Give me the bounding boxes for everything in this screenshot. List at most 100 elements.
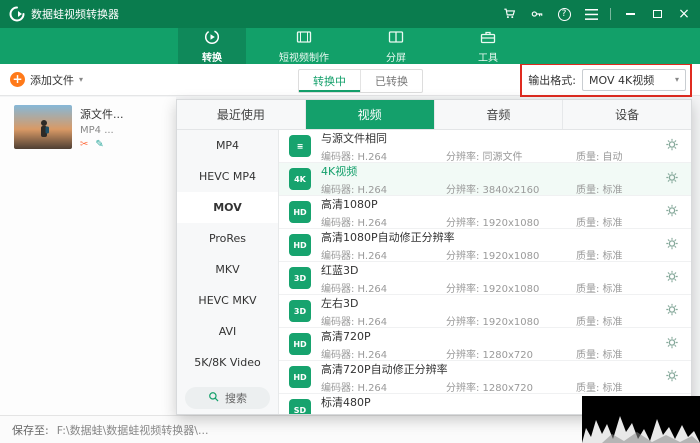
toolbar: + 添加文件 ▾ 转换中 已转换 输出格式: MOV 4K视频 ▾ xyxy=(0,64,700,96)
tab-convert[interactable]: 转换 xyxy=(178,28,246,64)
format-meta: 编码器: H.264 分辨率: 1280x720 质量: 标准 xyxy=(321,379,681,394)
chevron-down-icon: ▾ xyxy=(79,75,83,84)
format-popup-body: MP4 HEVC MP4 MOV ProRes MKV HEVC MKV AVI… xyxy=(177,130,691,414)
key-icon[interactable] xyxy=(529,6,545,22)
format-text: 4K视频 编码器: H.264 分辨率: 3840x2160 质量: 标准 xyxy=(321,163,681,196)
format-option-hd-1080p[interactable]: HD 高清1080P 编码器: H.264 分辨率: 1920x1080 质量:… xyxy=(279,196,691,229)
format-option-same-as-source[interactable]: ≡ 与源文件相同 编码器: H.264 分辨率: 同源文件 质量: 自动 xyxy=(279,130,691,163)
format-title: 红蓝3D xyxy=(321,262,681,278)
convert-icon xyxy=(204,29,220,48)
format-option-4k-video[interactable]: 4K 4K视频 编码器: H.264 分辨率: 3840x2160 质量: 标准 xyxy=(279,163,691,196)
film-icon xyxy=(296,29,312,48)
format-icon: HD xyxy=(289,234,311,256)
format-option-sbs-3d[interactable]: 3D 左右3D 编码器: H.264 分辨率: 1920x1080 质量: 标准 xyxy=(279,295,691,328)
file-list-item[interactable]: 源文件... MP4 ... ✂ ✎ xyxy=(0,97,176,158)
format-resolution: 分辨率: 1920x1080 xyxy=(446,214,576,229)
format-resolution: 分辨率: 同源文件 xyxy=(446,148,576,163)
tab-convert-label: 转换 xyxy=(202,49,222,64)
settings-gear-icon[interactable] xyxy=(665,237,679,254)
maximize-button[interactable] xyxy=(649,6,665,22)
format-meta: 编码器: H.264 分辨率: 1280x720 质量: 标准 xyxy=(321,346,681,361)
tab-converted[interactable]: 已转换 xyxy=(360,70,422,92)
format-option-hd-720p-auto[interactable]: HD 高清720P自动修正分辨率 编码器: H.264 分辨率: 1280x72… xyxy=(279,361,691,394)
format-title: 左右3D xyxy=(321,295,681,311)
tab-recently-used[interactable]: 最近使用 xyxy=(177,100,306,129)
format-icon: SD xyxy=(289,399,311,414)
tab-short-video-label: 短视频制作 xyxy=(279,49,329,64)
format-quality: 质量: 标准 xyxy=(576,313,623,328)
category-hevc-mkv[interactable]: HEVC MKV xyxy=(177,285,278,316)
format-selector-popup: 最近使用 视频 音频 设备 MP4 HEVC MP4 MOV ProRes MK… xyxy=(176,99,692,415)
cart-icon[interactable] xyxy=(502,6,518,22)
format-resolution: 分辨率: 1920x1080 xyxy=(446,280,576,295)
format-title: 高清720P自动修正分辨率 xyxy=(321,361,681,377)
tab-converting[interactable]: 转换中 xyxy=(299,70,360,92)
tab-device[interactable]: 设备 xyxy=(563,100,691,129)
tab-tools[interactable]: 工具 xyxy=(454,28,522,64)
menu-icon[interactable] xyxy=(583,6,599,22)
format-popup-tabs: 最近使用 视频 音频 设备 xyxy=(177,100,691,130)
format-encoder: 编码器: H.264 xyxy=(321,214,446,229)
format-resolution: 分辨率: 1280x720 xyxy=(446,346,576,361)
format-meta: 编码器: H.264 分辨率: 1920x1080 质量: 标准 xyxy=(321,313,681,328)
category-mkv[interactable]: MKV xyxy=(177,254,278,285)
help-icon[interactable]: ? xyxy=(556,6,572,22)
file-tools: ✂ ✎ xyxy=(80,139,124,150)
settings-gear-icon[interactable] xyxy=(665,270,679,287)
format-quality: 质量: 标准 xyxy=(576,346,623,361)
format-option-anaglyph-3d[interactable]: 3D 红蓝3D 编码器: H.264 分辨率: 1920x1080 质量: 标准 xyxy=(279,262,691,295)
close-button[interactable]: × xyxy=(676,6,692,22)
chevron-down-icon: ▾ xyxy=(675,75,679,84)
category-avi[interactable]: AVI xyxy=(177,316,278,347)
format-title: 高清1080P xyxy=(321,196,681,212)
tab-audio[interactable]: 音频 xyxy=(435,100,564,129)
format-option-hd-720p[interactable]: HD 高清720P 编码器: H.264 分辨率: 1280x720 质量: 标… xyxy=(279,328,691,361)
format-icon: HD xyxy=(289,201,311,223)
format-text: 与源文件相同 编码器: H.264 分辨率: 同源文件 质量: 自动 xyxy=(321,130,681,163)
output-format-value: MOV 4K视频 xyxy=(589,72,654,88)
format-title: 4K视频 xyxy=(321,163,681,179)
minimize-button[interactable] xyxy=(622,6,638,22)
question-mark: ? xyxy=(558,8,571,21)
format-text: 高清1080P自动修正分辨率 编码器: H.264 分辨率: 1920x1080… xyxy=(321,229,681,262)
format-encoder: 编码器: H.264 xyxy=(321,313,446,328)
tab-short-video[interactable]: 短视频制作 xyxy=(270,28,338,64)
edit-icon[interactable]: ✎ xyxy=(95,139,103,150)
trim-icon[interactable]: ✂ xyxy=(80,139,88,150)
search-button[interactable]: 搜索 xyxy=(185,387,270,409)
format-quality: 质量: 标准 xyxy=(576,247,623,262)
titlebar-actions: ? × xyxy=(502,6,692,22)
settings-gear-icon[interactable] xyxy=(665,138,679,155)
format-text: 高清720P自动修正分辨率 编码器: H.264 分辨率: 1280x720 质… xyxy=(321,361,681,394)
category-hevc-mp4[interactable]: HEVC MP4 xyxy=(177,161,278,192)
format-option-hd-1080p-auto[interactable]: HD 高清1080P自动修正分辨率 编码器: H.264 分辨率: 1920x1… xyxy=(279,229,691,262)
app-title: 数据蛙视频转换器 xyxy=(31,6,119,22)
queue-tabs: 转换中 已转换 xyxy=(298,69,423,93)
settings-gear-icon[interactable] xyxy=(665,336,679,353)
tab-split-screen[interactable]: 分屏 xyxy=(362,28,430,64)
split-screen-icon xyxy=(388,29,404,48)
category-mov[interactable]: MOV xyxy=(177,192,278,223)
format-title: 与源文件相同 xyxy=(321,130,681,146)
search-label: 搜索 xyxy=(225,390,247,406)
output-format-select[interactable]: MOV 4K视频 ▾ xyxy=(582,69,686,91)
format-resolution: 分辨率: 1280x720 xyxy=(446,379,576,394)
save-path[interactable]: F:\数据蛙\数据蛙视频转换器\... xyxy=(57,422,209,438)
settings-gear-icon[interactable] xyxy=(665,369,679,386)
settings-gear-icon[interactable] xyxy=(665,303,679,320)
category-5k8k-video[interactable]: 5K/8K Video xyxy=(177,347,278,378)
category-prores[interactable]: ProRes xyxy=(177,223,278,254)
app-window: 数据蛙视频转换器 ? × 转换 xyxy=(0,0,700,443)
settings-gear-icon[interactable] xyxy=(665,204,679,221)
output-format-group: 输出格式: MOV 4K视频 ▾ xyxy=(524,66,690,94)
category-mp4[interactable]: MP4 xyxy=(177,130,278,161)
format-icon: HD xyxy=(289,366,311,388)
add-files-button[interactable]: + 添加文件 ▾ xyxy=(10,72,83,88)
tab-tools-label: 工具 xyxy=(478,49,498,64)
settings-gear-icon[interactable] xyxy=(665,171,679,188)
video-thumbnail xyxy=(14,105,72,149)
format-quality: 质量: 标准 xyxy=(576,214,623,229)
tab-video[interactable]: 视频 xyxy=(306,100,435,129)
waveform-image xyxy=(582,396,700,443)
file-info: 源文件... MP4 ... ✂ ✎ xyxy=(80,105,124,150)
